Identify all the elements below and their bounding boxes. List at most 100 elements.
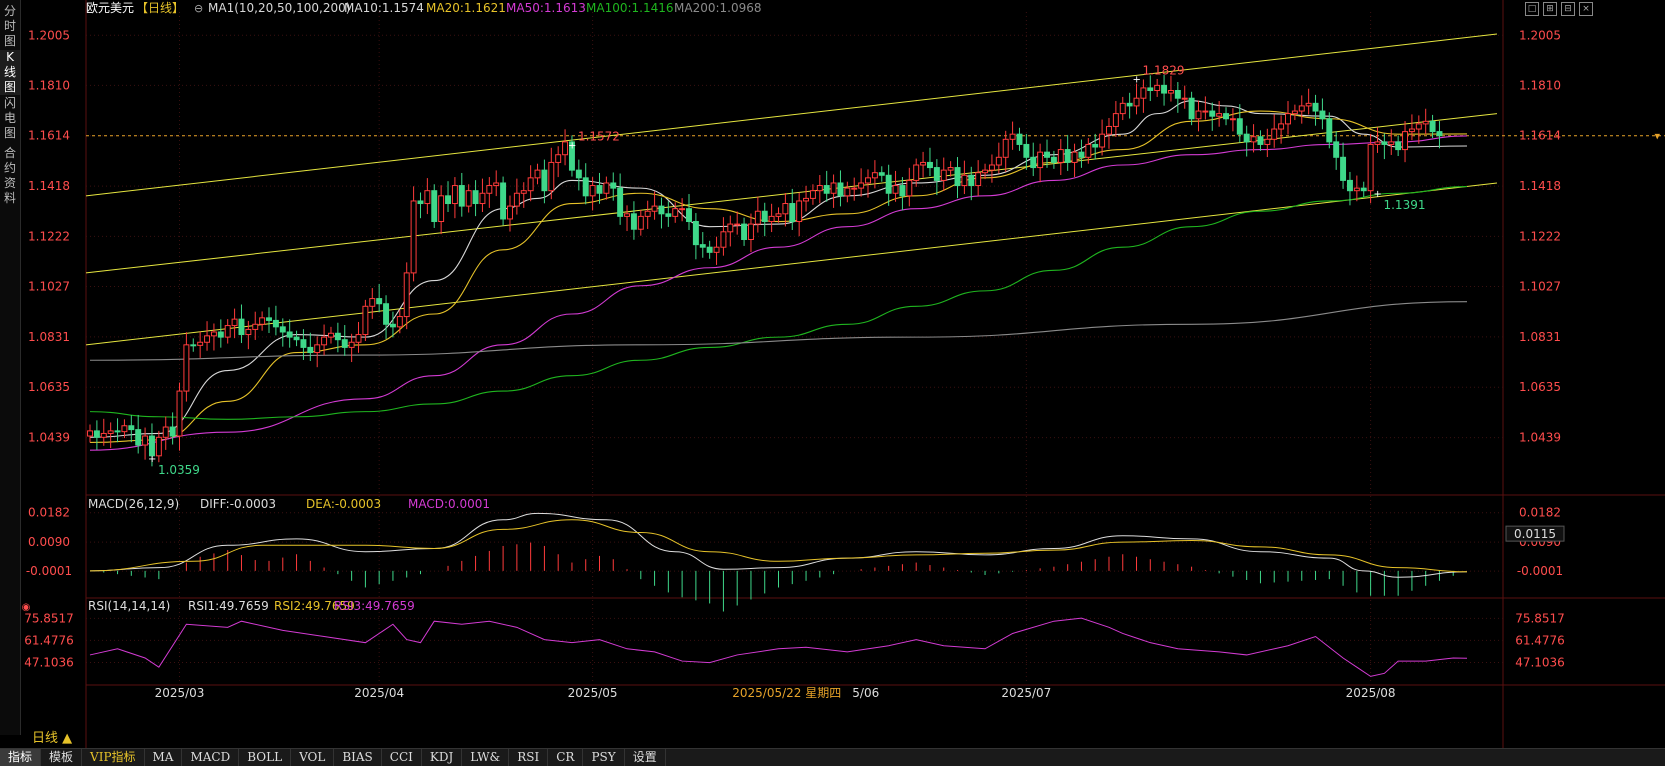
candle-body-down: [954, 167, 961, 187]
candle-body-up: [1181, 97, 1188, 100]
indicator-tab-rsi[interactable]: RSI: [509, 749, 549, 766]
trendline-1: [85, 113, 1498, 274]
candle-body-up: [314, 344, 321, 354]
ma20-line: [89, 110, 1468, 443]
ma-legend-1: MA10:1.1574: [344, 1, 424, 15]
candle-body-down: [286, 331, 293, 338]
candle: [1312, 94, 1319, 126]
candle: [197, 331, 204, 358]
indicator-tab-cci[interactable]: CCI: [382, 749, 422, 766]
rsi-tick-left: 61.4776: [24, 633, 74, 647]
settings-icon: ⊖: [194, 2, 203, 15]
candle-body-down: [596, 185, 603, 194]
candle: [155, 430, 162, 463]
candle-body-up: [816, 185, 823, 192]
candle-body-down: [692, 221, 699, 246]
extreme-marker: +: [1133, 74, 1141, 85]
indicator-tab-bar: 指标 模板 VIP指标 MA MACD BOLL VOL BIAS CCI KDJ LW& RSI CR…: [0, 748, 1665, 766]
window-control-0[interactable]: □: [1525, 2, 1539, 16]
time-tick: 2025/04: [354, 686, 404, 700]
indicator-tab-模板[interactable]: 模板: [41, 749, 83, 766]
candle-body-up: [637, 215, 644, 230]
candle-body-up: [1353, 187, 1360, 192]
price-tick-right: 1.1222: [1519, 229, 1561, 243]
candle-body-up: [672, 208, 679, 217]
candlesticks: [87, 74, 1443, 467]
candle: [231, 308, 238, 339]
main-chart[interactable]: 1.2005 1.2005 1.1810 1.1810 1.1614 1.1614 1.14…: [0, 0, 1665, 748]
indicator-tab-设置[interactable]: 设置: [625, 749, 666, 766]
indicator-tab-vip指标[interactable]: VIP指标: [82, 749, 145, 766]
current-price-marker: ▾: [1654, 130, 1660, 143]
candle: [396, 310, 403, 334]
candle: [954, 157, 961, 199]
ma-legend-5: MA200:1.0968: [674, 1, 762, 15]
indicator-tab-kdj[interactable]: KDJ: [422, 749, 463, 766]
candle-body-down: [1078, 151, 1085, 158]
candle-body-up: [1422, 120, 1429, 125]
candle: [403, 262, 410, 330]
candle-body-up: [142, 435, 149, 446]
indicator-tab-ma[interactable]: MA: [145, 749, 183, 766]
candle-body-up: [1085, 143, 1092, 158]
macd-current-label: 0.0115: [1514, 527, 1556, 541]
crosshair-date-label: 2025/05/22 星期四: [732, 686, 841, 700]
candle-body-up: [1402, 131, 1409, 151]
candle-body-up: [403, 272, 410, 318]
candle: [858, 168, 865, 197]
candle: [1071, 143, 1078, 178]
indicator-tab-lw&[interactable]: LW&: [462, 749, 510, 766]
candle-body-up: [479, 192, 486, 205]
extreme-marker: +: [568, 141, 576, 152]
macd-dea: DEA:-0.0003: [306, 497, 381, 511]
candle-body-down: [445, 195, 451, 205]
candle: [1016, 127, 1023, 151]
indicator-tab-bias[interactable]: BIAS: [334, 749, 382, 766]
period-button[interactable]: 日线 ▲: [22, 730, 92, 747]
candle-body-down: [128, 425, 135, 431]
indicator-tab-macd[interactable]: MACD: [182, 749, 240, 766]
candle: [651, 191, 658, 220]
candle: [1161, 74, 1168, 106]
candle-body-down: [575, 169, 582, 179]
window-control-3[interactable]: ×: [1579, 2, 1593, 16]
candle-body-down: [610, 182, 617, 189]
candle-body-up: [451, 185, 458, 205]
indicator-tab-cr[interactable]: CR: [548, 749, 584, 766]
candle: [438, 185, 445, 235]
candle-body-down: [968, 174, 975, 187]
candle-body-up: [327, 332, 334, 338]
candle: [734, 211, 741, 235]
candle: [286, 319, 293, 348]
candle-body-up: [803, 197, 810, 202]
candle: [534, 163, 541, 185]
window-control-1[interactable]: ⊞: [1543, 2, 1557, 16]
candle: [885, 164, 892, 206]
rsi-tick-right: 47.1036: [1515, 655, 1565, 669]
candle-body-up: [1229, 118, 1236, 121]
indicator-tab-指标[interactable]: 指标: [0, 749, 42, 766]
candle-body-down: [899, 185, 906, 197]
grid-lines: [86, 12, 1665, 683]
candle-body-up: [865, 177, 871, 184]
price-tick-right: 1.0439: [1519, 431, 1561, 445]
candle: [679, 198, 686, 222]
indicator-tab-vol[interactable]: VOL: [291, 749, 335, 766]
candle-body-up: [961, 174, 968, 187]
candle: [823, 170, 830, 202]
candle: [1436, 121, 1443, 149]
indicator-tab-boll[interactable]: BOLL: [239, 749, 292, 766]
candle-body-down: [541, 169, 548, 192]
candle-body-up: [231, 318, 238, 327]
candle-body-up: [259, 317, 266, 325]
candle: [465, 184, 472, 213]
candle: [1181, 85, 1188, 109]
candle-body-down: [1346, 179, 1353, 192]
macd-tick-left: -0.0001: [26, 564, 72, 578]
candle: [1030, 142, 1037, 177]
candle-body-up: [1099, 133, 1106, 148]
candle-body-up: [107, 430, 114, 434]
window-control-2[interactable]: ⊟: [1561, 2, 1575, 16]
indicator-tab-psy[interactable]: PSY: [583, 749, 625, 766]
candle: [1112, 101, 1119, 137]
